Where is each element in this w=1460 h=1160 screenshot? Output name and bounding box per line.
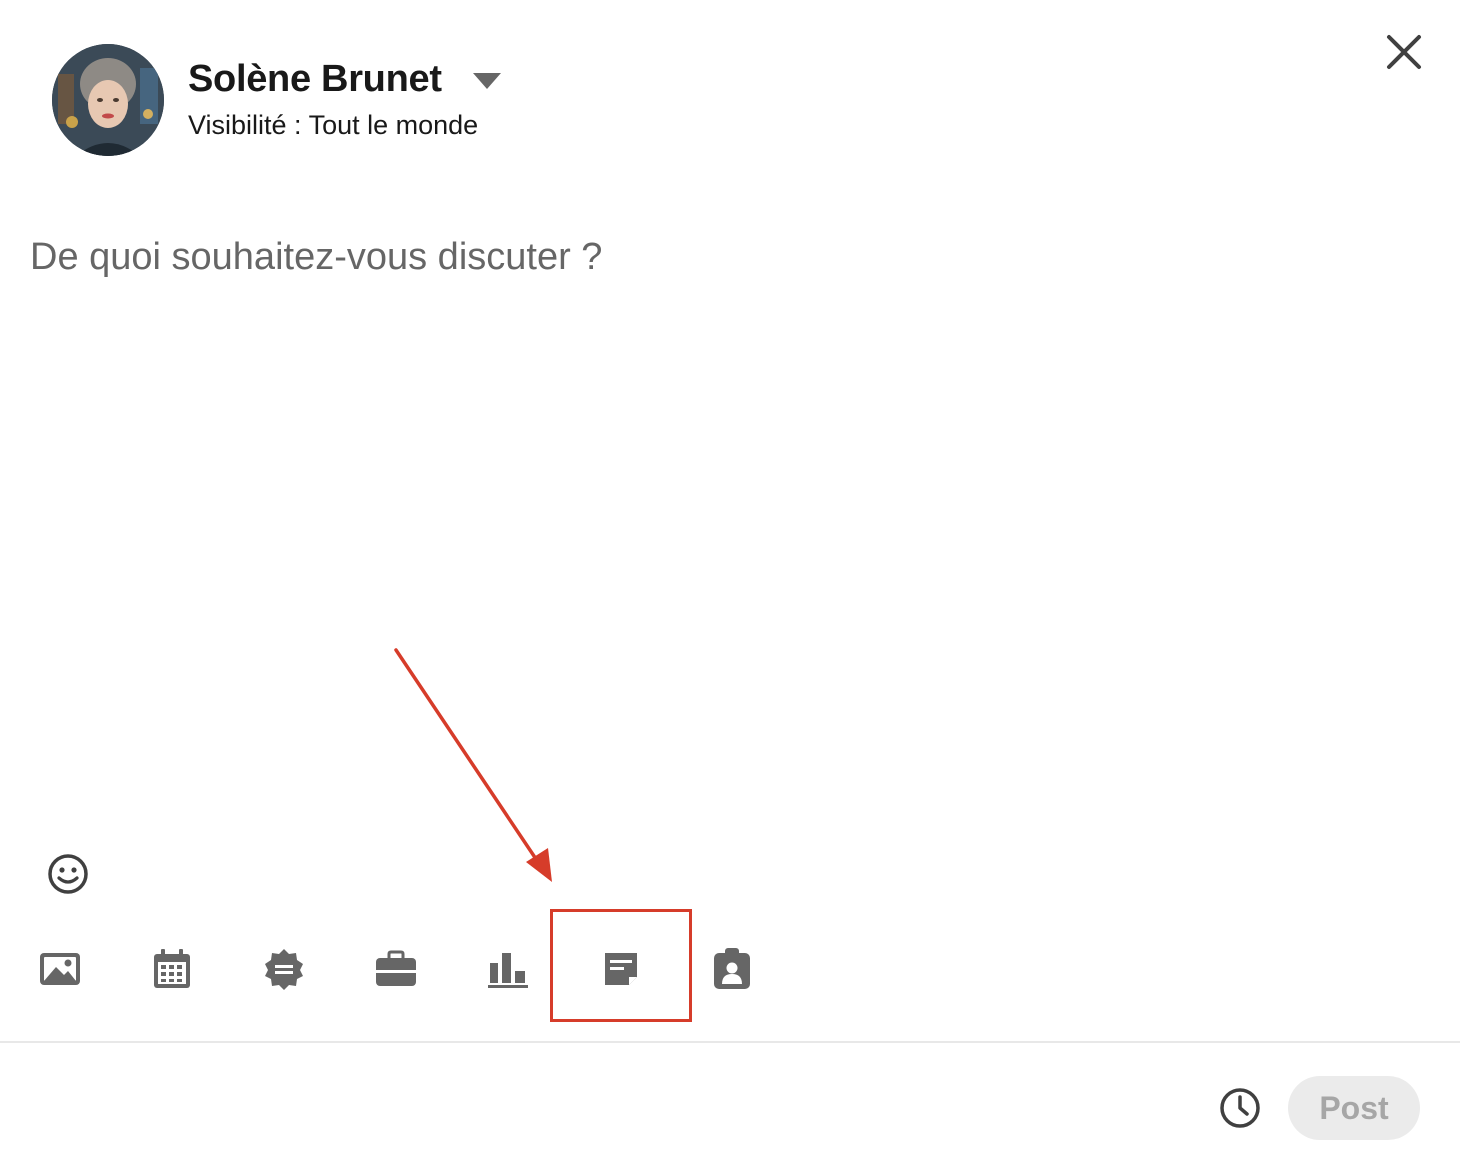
highlight-box <box>550 909 692 1022</box>
author-dropdown-caret-icon[interactable] <box>470 70 504 92</box>
author-name[interactable]: Solène Brunet <box>188 58 442 101</box>
close-icon[interactable] <box>1382 30 1426 74</box>
annotation-arrow <box>394 648 552 882</box>
clipboard-person-icon[interactable] <box>708 945 756 993</box>
poll-chart-icon[interactable] <box>484 945 532 993</box>
footer-divider <box>0 1041 1460 1043</box>
avatar-photo <box>52 44 164 156</box>
schedule-clock-icon[interactable] <box>1216 1084 1264 1132</box>
briefcase-icon[interactable] <box>372 945 420 993</box>
post-composer[interactable]: De quoi souhaitez-vous discuter ? <box>30 236 1130 279</box>
celebrate-badge-icon[interactable] <box>260 945 308 993</box>
visibility-selector[interactable]: Visibilité : Tout le monde <box>188 110 478 141</box>
emoji-icon[interactable] <box>44 850 92 898</box>
post-button[interactable]: Post <box>1288 1076 1420 1140</box>
calendar-icon[interactable] <box>148 945 196 993</box>
image-icon[interactable] <box>36 945 84 993</box>
author-avatar <box>52 44 164 156</box>
